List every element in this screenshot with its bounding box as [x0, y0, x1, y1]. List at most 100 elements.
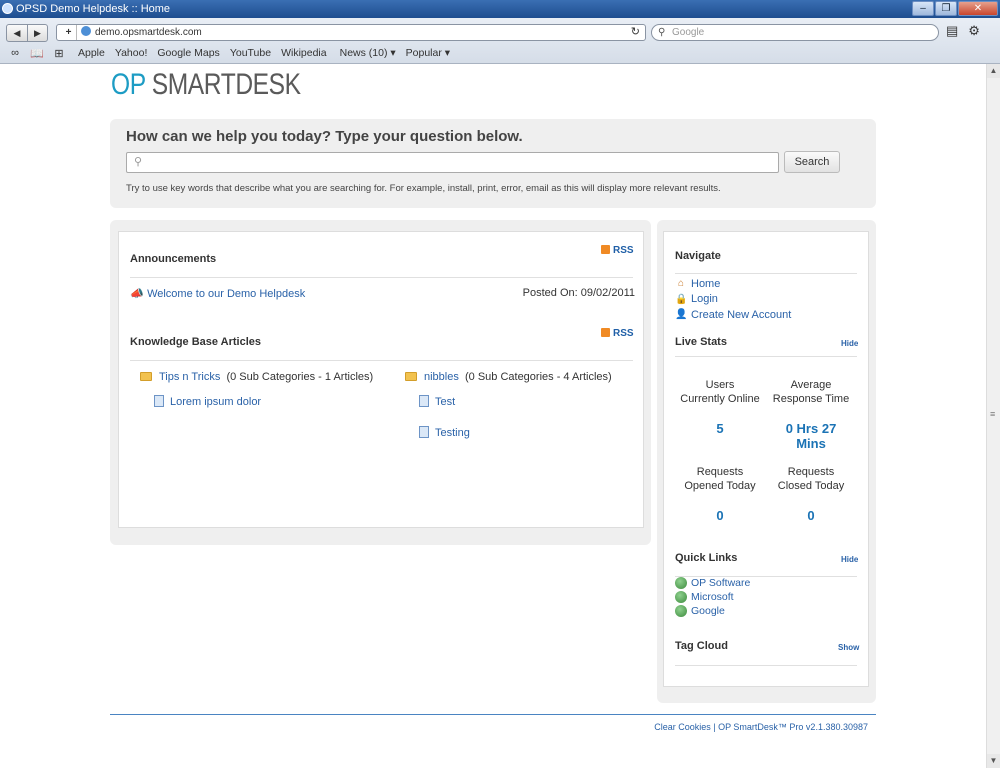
kb-rss-link[interactable]: RSS — [601, 328, 634, 339]
kb-category-link[interactable]: nibbles — [424, 371, 459, 383]
bookmark-popular[interactable]: Popular ▾ — [406, 47, 450, 59]
bookmark-news[interactable]: News (10) ▾ — [340, 47, 396, 59]
globe-icon — [675, 577, 687, 589]
sidebar-panel: Navigate ⌂ Home 🔒 Login 👤 Create New Accoun… — [657, 220, 876, 703]
navigate-list: ⌂ Home 🔒 Login 👤 Create New Account — [675, 276, 791, 323]
nav-home-link[interactable]: Home — [691, 278, 720, 290]
add-bookmark-icon[interactable]: + — [61, 25, 77, 40]
address-bar[interactable]: + demo.opsmartdesk.com ↻ — [56, 24, 646, 41]
stat-closed-label: Requests Closed Today — [766, 465, 856, 493]
user-icon: 👤 — [675, 309, 688, 321]
bookmarks-book-icon[interactable]: 📖 — [30, 47, 44, 60]
kb-category-info: (0 Sub Categories - 1 Articles) — [226, 371, 374, 383]
stat-users-value: 5 — [716, 421, 724, 436]
help-search-input[interactable]: ⚲ — [126, 152, 779, 173]
search-icon: ⚲ — [658, 27, 666, 38]
stat-users-label: Users Currently Online — [675, 378, 765, 406]
gear-icon[interactable]: ⚙ — [968, 23, 980, 39]
quick-link-label[interactable]: OP Software — [691, 577, 750, 589]
announcement-link[interactable]: Welcome to our Demo Helpdesk — [147, 288, 305, 300]
address-text: demo.opsmartdesk.com — [95, 27, 202, 38]
site-globe-icon — [81, 26, 91, 36]
kb-title: Knowledge Base Articles — [130, 336, 262, 348]
kb-article-link[interactable]: Testing — [435, 427, 470, 439]
page-menu-icon[interactable]: ▤ — [946, 23, 958, 39]
live-stats-hide-link[interactable]: Hide — [841, 339, 858, 348]
kb-category-row: Tips n Tricks (0 Sub Categories - 1 Arti… — [140, 371, 373, 383]
scroll-down-icon[interactable]: ▼ — [987, 754, 1000, 768]
navigate-title: Navigate — [675, 250, 721, 262]
vertical-scrollbar[interactable]: ▲ ≡ ▼ — [986, 64, 1000, 768]
kb-article-row: Test — [419, 395, 455, 408]
kb-article-link[interactable]: Test — [435, 396, 455, 408]
stat-label-line: Response Time — [772, 393, 850, 405]
bookmark-google-maps[interactable]: Google Maps — [157, 47, 219, 59]
nav-create-account-link[interactable]: Create New Account — [691, 309, 791, 321]
bookmark-wikipedia[interactable]: Wikipedia — [281, 47, 327, 59]
reading-list-icon[interactable]: ∞ — [8, 47, 22, 59]
scroll-grip-icon[interactable]: ≡ — [990, 409, 995, 419]
logo-smartdesk: SMARTDESK — [151, 68, 301, 101]
kb-category-link[interactable]: Tips n Tricks — [159, 371, 220, 383]
window-controls: – ❐ ✕ — [912, 1, 998, 16]
tag-cloud-show-link[interactable]: Show — [838, 643, 859, 652]
search-heading: How can we help you today? Type your que… — [126, 128, 523, 145]
kb-article-link[interactable]: Lorem ipsum dolor — [170, 396, 261, 408]
quick-link-label[interactable]: Google — [691, 605, 725, 617]
stat-opened-label: Requests Opened Today — [675, 465, 765, 493]
forward-button[interactable]: ▶ — [27, 25, 47, 41]
quick-link-google[interactable]: Google — [675, 605, 725, 617]
page-menu-icons: ▤ ⚙ — [946, 23, 980, 39]
divider — [675, 665, 857, 666]
help-search-panel: How can we help you today? Type your que… — [110, 119, 876, 208]
scroll-up-icon[interactable]: ▲ — [987, 64, 1000, 78]
quick-link-microsoft[interactable]: Microsoft — [675, 591, 734, 603]
bookmarks-bar: ∞ 📖 ⊞ Apple Yahoo! Google Maps YouTube W… — [0, 45, 450, 61]
browser-search-field[interactable]: ⚲ Google — [651, 24, 939, 41]
site-logo[interactable]: OP SMARTDESK — [111, 68, 301, 102]
stat-label-line: Requests — [696, 466, 744, 478]
globe-icon — [675, 605, 687, 617]
search-button[interactable]: Search — [784, 151, 840, 173]
announcement-posted-date: Posted On: 09/02/2011 — [522, 287, 635, 299]
back-button[interactable]: ◀ — [7, 25, 27, 41]
nav-login-link[interactable]: Login — [691, 293, 718, 305]
browser-app-icon — [2, 3, 13, 14]
stat-label-line: Currently Online — [680, 393, 760, 405]
quick-link-op-software[interactable]: OP Software — [675, 577, 750, 589]
close-button[interactable]: ✕ — [958, 1, 998, 16]
announcements-rss-link[interactable]: RSS — [601, 245, 634, 256]
footer-text[interactable]: Clear Cookies | OP SmartDesk™ Pro v2.1.3… — [654, 722, 868, 732]
browser-toolbar: ◀ ▶ + demo.opsmartdesk.com ↻ ⚲ Google ▤ ⚙ … — [0, 18, 1000, 64]
stat-label-line: Closed Today — [777, 480, 845, 492]
home-icon: ⌂ — [677, 278, 685, 290]
maximize-button[interactable]: ❐ — [935, 1, 957, 16]
logo-op: OP — [111, 68, 146, 101]
stat-closed-value: 0 — [807, 508, 815, 523]
rss-label: RSS — [613, 328, 634, 339]
reload-icon[interactable]: ↻ — [631, 25, 640, 40]
minimize-button[interactable]: – — [912, 1, 934, 16]
bookmark-apple[interactable]: Apple — [78, 47, 105, 59]
stat-response-value: 0 Hrs 27 Mins — [766, 421, 856, 451]
quick-links-title: Quick Links — [675, 552, 738, 564]
bookmark-yahoo[interactable]: Yahoo! — [115, 47, 148, 59]
megaphone-icon: 📣 — [130, 288, 144, 300]
bookmark-youtube[interactable]: YouTube — [230, 47, 271, 59]
lock-icon: 🔒 — [675, 293, 688, 305]
nav-buttons: ◀ ▶ — [6, 24, 48, 42]
top-sites-grid-icon[interactable]: ⊞ — [52, 47, 66, 60]
live-stats-title: Live Stats — [675, 336, 727, 348]
search-hint: Try to use key words that describe what … — [126, 183, 721, 194]
quick-link-label[interactable]: Microsoft — [691, 591, 734, 603]
announcements-title: Announcements — [130, 253, 217, 265]
announcement-row: 📣 Welcome to our Demo Helpdesk Posted On… — [130, 287, 635, 300]
stat-response-label: Average Response Time — [766, 378, 856, 406]
divider — [675, 273, 857, 274]
quick-links-hide-link[interactable]: Hide — [841, 555, 858, 564]
nav-item-home[interactable]: ⌂ Home — [675, 276, 791, 292]
nav-item-create-account[interactable]: 👤 Create New Account — [675, 307, 791, 323]
nav-item-login[interactable]: 🔒 Login — [675, 292, 791, 308]
kb-category-info: (0 Sub Categories - 4 Articles) — [464, 371, 612, 383]
tag-cloud-title: Tag Cloud — [675, 640, 728, 652]
